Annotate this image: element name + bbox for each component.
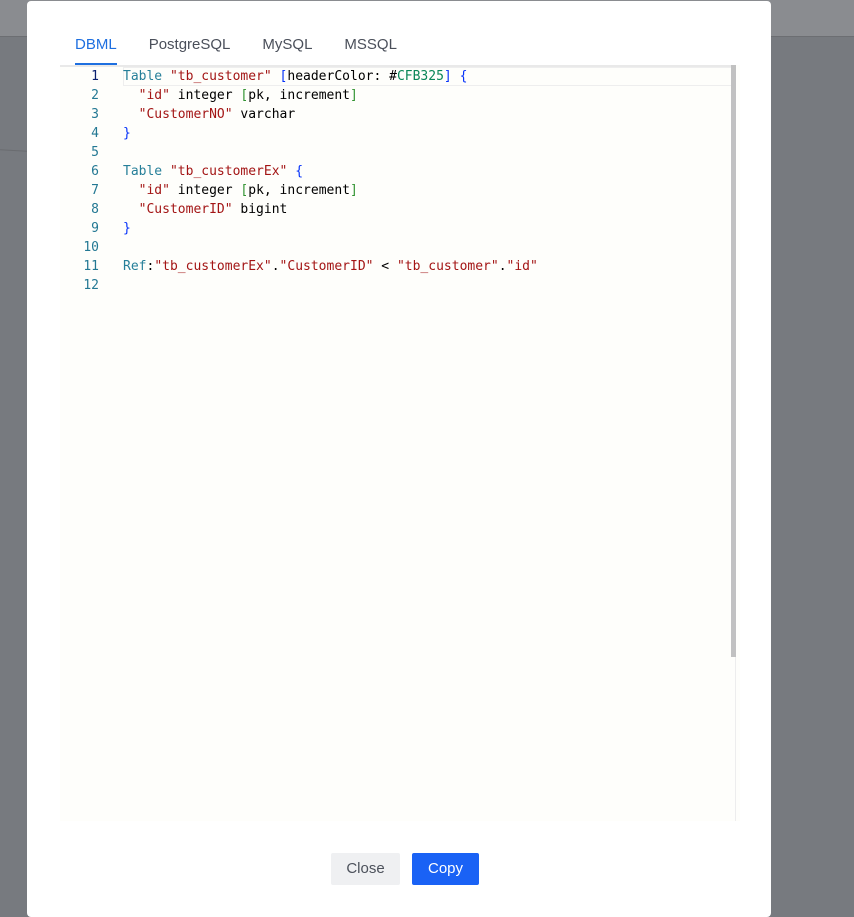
code-line: "id" integer [pk, increment]	[123, 86, 733, 105]
code-line: Ref:"tb_customerEx"."CustomerID" < "tb_c…	[123, 257, 733, 276]
bracket: ]	[443, 69, 452, 84]
tab-dbml[interactable]: DBML	[75, 29, 117, 65]
copy-button[interactable]: Copy	[412, 853, 479, 885]
string: "tb_customerEx"	[154, 259, 272, 274]
setting: headerColor: #	[287, 69, 397, 84]
line-number: 1	[91, 69, 99, 84]
string: "tb_customer"	[396, 259, 499, 274]
line-number: 7	[91, 183, 99, 198]
code-line: }	[123, 124, 733, 143]
string: "CustomerID"	[138, 202, 233, 217]
line-number: 12	[83, 278, 99, 293]
dot: .	[271, 259, 280, 274]
format-tabs: DBML PostgreSQL MySQL MSSQL	[75, 29, 429, 65]
string: "id"	[506, 259, 538, 274]
string: "tb_customerEx"	[169, 164, 288, 179]
backdrop-line	[0, 149, 28, 152]
line-number: 3	[91, 107, 99, 122]
close-button[interactable]: Close	[331, 853, 400, 885]
bracket: ]	[350, 88, 358, 103]
type: integer	[177, 183, 233, 198]
code-line: Table "tb_customerEx" {	[123, 162, 733, 181]
setting: pk, increment	[248, 183, 350, 198]
string: "CustomerID"	[279, 259, 374, 274]
dot: .	[498, 259, 507, 274]
line-number: 2	[91, 88, 99, 103]
line-number: 9	[91, 221, 99, 236]
keyword: Table	[123, 69, 163, 84]
type: varchar	[240, 107, 296, 122]
line-number: 11	[83, 259, 99, 274]
line-number-gutter: 1 2 3 4 5 6 7 8 9 10 11 12	[60, 67, 112, 295]
export-code-modal: DBML PostgreSQL MySQL MSSQL 1 2 3 4 5 6 …	[27, 1, 771, 917]
line-number: 6	[91, 164, 99, 179]
keyword: Ref	[123, 259, 147, 274]
tab-mssql[interactable]: MSSQL	[344, 29, 397, 65]
string: "id"	[138, 88, 170, 103]
tab-mysql[interactable]: MySQL	[262, 29, 312, 65]
hex-color: CFB325	[396, 69, 444, 84]
keyword: Table	[123, 164, 163, 179]
line-number: 4	[91, 126, 99, 141]
type: bigint	[240, 202, 288, 217]
code-line: "id" integer [pk, increment]	[123, 181, 733, 200]
code-line: "CustomerID" bigint	[123, 200, 733, 219]
string: "CustomerNO"	[138, 107, 233, 122]
line-number: 8	[91, 202, 99, 217]
code-line: }	[123, 219, 733, 238]
type: integer	[177, 88, 233, 103]
code-line: "CustomerNO" varchar	[123, 105, 733, 124]
brace: {	[295, 164, 304, 179]
brace: }	[123, 221, 131, 236]
line-number: 5	[91, 145, 99, 160]
brace: {	[459, 69, 468, 84]
tab-postgresql[interactable]: PostgreSQL	[149, 29, 231, 65]
bracket: ]	[350, 183, 358, 198]
code-line: Table "tb_customer" [headerColor: #CFB32…	[123, 67, 733, 86]
code-editor[interactable]: 1 2 3 4 5 6 7 8 9 10 11 12 Table "tb_cus…	[60, 65, 740, 821]
vertical-scrollbar[interactable]	[731, 65, 736, 657]
brace: }	[123, 126, 131, 141]
operator: <	[381, 259, 390, 274]
code-content[interactable]: Table "tb_customer" [headerColor: #CFB32…	[123, 67, 733, 295]
setting: pk, increment	[248, 88, 350, 103]
line-number: 10	[83, 240, 99, 255]
string: "tb_customer"	[169, 69, 272, 84]
string: "id"	[138, 183, 170, 198]
